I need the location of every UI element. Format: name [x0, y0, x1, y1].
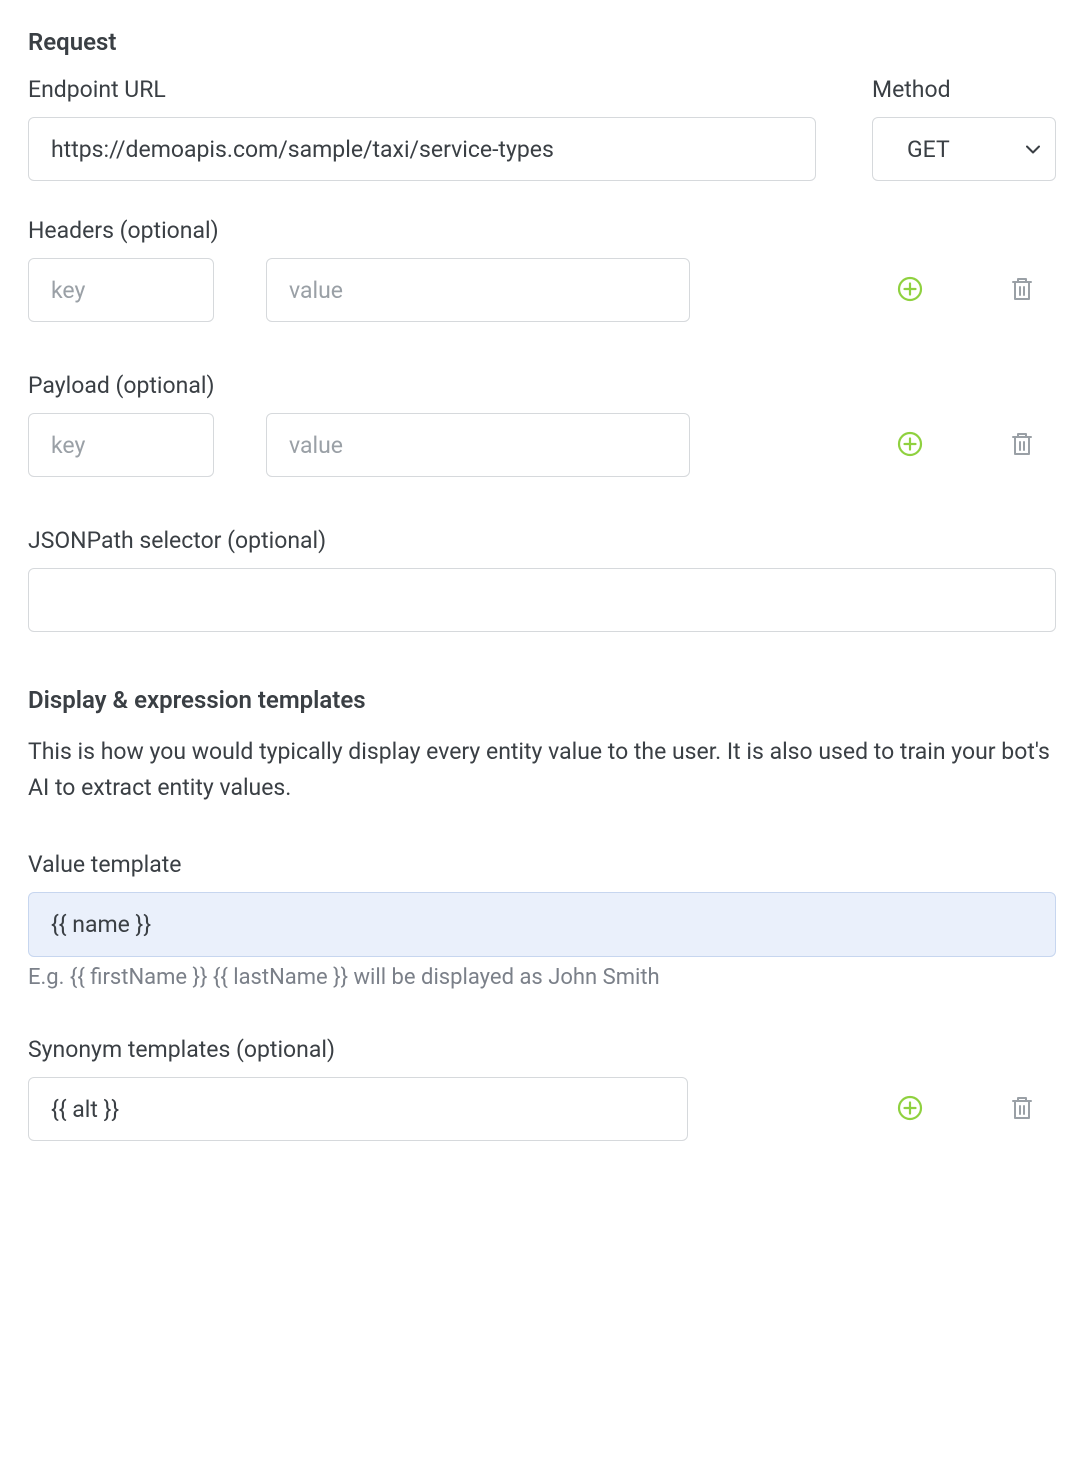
plus-circle-icon: [897, 1095, 923, 1124]
add-synonym-button[interactable]: [896, 1095, 924, 1123]
payload-label: Payload (optional): [28, 372, 1056, 399]
header-key-input[interactable]: [28, 258, 214, 322]
delete-header-button[interactable]: [1008, 276, 1036, 304]
add-header-button[interactable]: [896, 276, 924, 304]
trash-icon: [1010, 1095, 1034, 1124]
headers-label: Headers (optional): [28, 217, 1056, 244]
method-select[interactable]: GET: [872, 117, 1056, 181]
request-heading: Request: [28, 28, 1056, 56]
synonym-template-input[interactable]: [28, 1077, 688, 1141]
payload-value-input[interactable]: [266, 413, 690, 477]
delete-payload-button[interactable]: [1008, 431, 1036, 459]
value-template-label: Value template: [28, 851, 1056, 878]
endpoint-url-input[interactable]: [28, 117, 816, 181]
add-payload-button[interactable]: [896, 431, 924, 459]
value-template-hint: E.g. {{ firstName }} {{ lastName }} will…: [28, 965, 1056, 990]
jsonpath-input[interactable]: [28, 568, 1056, 632]
plus-circle-icon: [897, 431, 923, 460]
payload-key-input[interactable]: [28, 413, 214, 477]
header-value-input[interactable]: [266, 258, 690, 322]
templates-description: This is how you would typically display …: [28, 734, 1056, 805]
value-template-input[interactable]: {{ name }}: [28, 892, 1056, 957]
trash-icon: [1010, 276, 1034, 305]
endpoint-url-label: Endpoint URL: [28, 76, 816, 103]
delete-synonym-button[interactable]: [1008, 1095, 1036, 1123]
trash-icon: [1010, 431, 1034, 460]
jsonpath-label: JSONPath selector (optional): [28, 527, 1056, 554]
method-label: Method: [872, 76, 1056, 103]
synonym-templates-label: Synonym templates (optional): [28, 1036, 1056, 1063]
templates-heading: Display & expression templates: [28, 686, 1056, 714]
plus-circle-icon: [897, 276, 923, 305]
